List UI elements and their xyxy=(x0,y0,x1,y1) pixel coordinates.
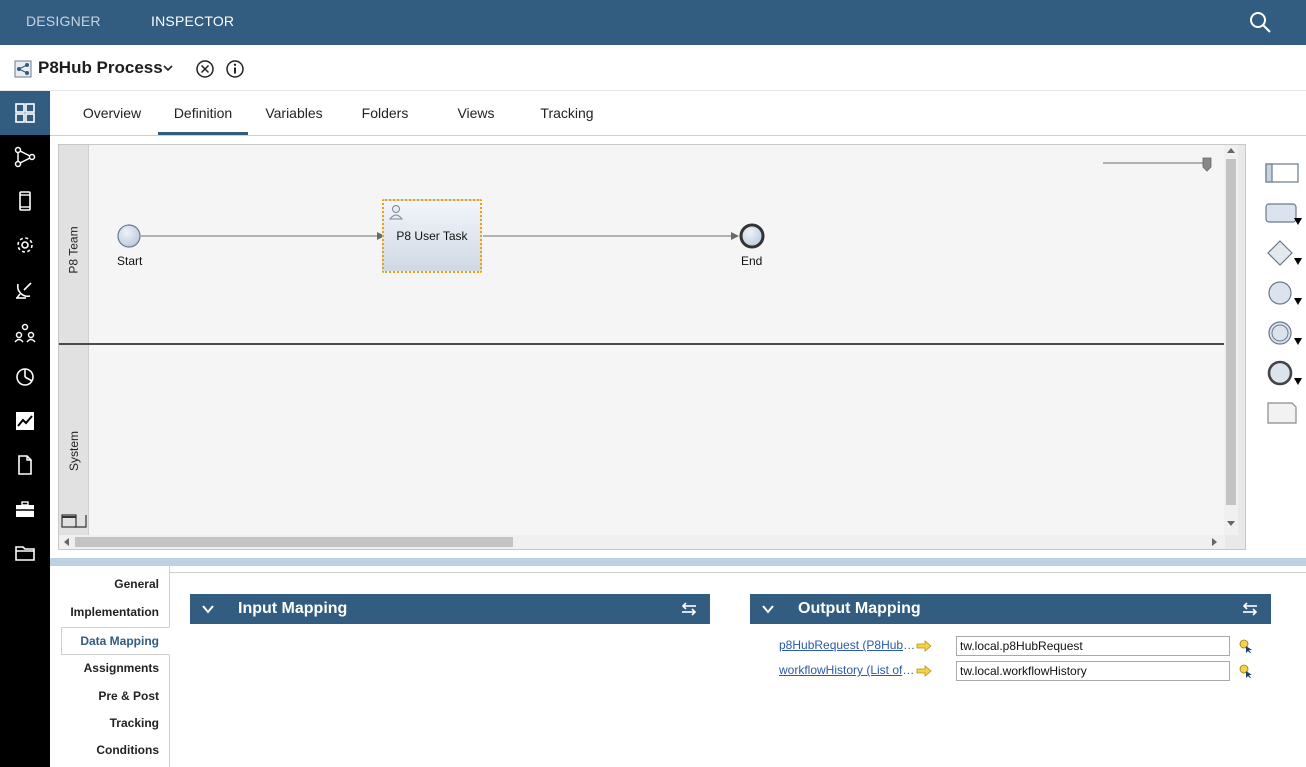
process-icon xyxy=(14,60,32,78)
note-shape-icon[interactable] xyxy=(1264,398,1304,428)
team-icon xyxy=(14,323,36,343)
flow-lines xyxy=(61,223,765,528)
nav-documents[interactable] xyxy=(0,443,50,487)
flow-arrow-head xyxy=(731,232,739,240)
output-mapping-title: Output Mapping xyxy=(798,600,921,617)
tab-folders[interactable]: Folders xyxy=(342,91,428,135)
start-event-icon[interactable] xyxy=(117,224,141,248)
swap-arrows-icon[interactable] xyxy=(1241,601,1259,617)
nav-folders[interactable] xyxy=(0,531,50,575)
nav-services[interactable] xyxy=(0,267,50,311)
diagram-canvas[interactable]: P8 Team System Start End P8 User Task xyxy=(59,145,1225,535)
start-event-label: Start xyxy=(117,254,143,268)
side-tab-conditions[interactable]: Conditions xyxy=(96,743,159,757)
designer-tab[interactable]: DESIGNER xyxy=(26,0,101,45)
scroll-left-icon[interactable] xyxy=(63,538,69,546)
inspector-tab[interactable]: INSPECTOR xyxy=(151,0,234,45)
activity-shape-icon[interactable] xyxy=(1264,198,1304,228)
side-tab-pre-post[interactable]: Pre & Post xyxy=(98,689,159,703)
page-title: P8Hub Process xyxy=(38,58,163,77)
info-icon[interactable] xyxy=(225,59,245,79)
swap-arrows-icon[interactable] xyxy=(680,601,698,617)
tab-views[interactable]: Views xyxy=(434,91,518,135)
mapping-arrow-icon xyxy=(916,640,932,652)
output-mapping-field[interactable] xyxy=(956,661,1230,681)
process-diagram: P8 Team System Start End P8 User Task xyxy=(58,144,1246,550)
close-circle-icon[interactable] xyxy=(195,59,215,79)
intermediate-event-shape-icon[interactable] xyxy=(1264,318,1304,348)
panel-splitter[interactable] xyxy=(50,558,1306,566)
trend-chart-icon xyxy=(16,412,34,430)
nav-reports[interactable] xyxy=(0,399,50,443)
gateway-shape-icon[interactable] xyxy=(1264,238,1304,268)
dashboard-icon xyxy=(15,103,35,123)
data-mapping-panel: Input Mapping Output Mapping p8HubReques… xyxy=(170,572,1306,767)
output-variable-link[interactable]: workflowHistory (List of WorkflowHistory… xyxy=(779,663,917,677)
nav-analytics[interactable] xyxy=(0,355,50,399)
folder-icon xyxy=(15,546,35,561)
variable-picker-icon[interactable] xyxy=(1238,638,1254,654)
input-mapping-header: Input Mapping xyxy=(190,594,710,624)
nav-settings[interactable] xyxy=(0,223,50,267)
nav-dashboard[interactable] xyxy=(0,91,50,135)
end-event-icon[interactable] xyxy=(739,223,765,249)
end-event-shape-icon[interactable] xyxy=(1264,358,1304,388)
zoom-slider[interactable] xyxy=(1103,157,1215,177)
nav-teams[interactable] xyxy=(0,311,50,355)
chevron-down-icon[interactable] xyxy=(762,604,774,614)
nav-processes[interactable] xyxy=(0,135,50,179)
output-variable-link[interactable]: p8HubRequest (P8HubRequest) xyxy=(779,638,917,652)
toolbox-icon xyxy=(16,501,34,517)
properties-side-tabs: General Implementation Data Mapping Assi… xyxy=(50,566,170,767)
nav-toolkits[interactable] xyxy=(0,487,50,531)
left-navigation xyxy=(0,91,50,767)
chevron-down-icon[interactable] xyxy=(162,63,174,73)
editor-tabs: Overview Definition Variables Folders Vi… xyxy=(50,91,1306,136)
output-mapping-field[interactable] xyxy=(956,636,1230,656)
user-icon xyxy=(389,205,403,220)
user-task[interactable]: P8 User Task xyxy=(382,199,482,273)
side-tab-tracking[interactable]: Tracking xyxy=(110,716,159,730)
scroll-down-icon[interactable] xyxy=(1227,521,1235,527)
side-tab-general[interactable]: General xyxy=(114,577,159,591)
chevron-down-icon[interactable] xyxy=(202,604,214,614)
mapping-arrow-icon xyxy=(916,665,932,677)
horizontal-scrollbar[interactable] xyxy=(59,535,1225,549)
vertical-scroll-thumb[interactable] xyxy=(1226,159,1236,505)
vertical-scrollbar[interactable] xyxy=(1224,145,1238,535)
lane-shape-icon[interactable] xyxy=(1264,158,1304,188)
gear-icon xyxy=(17,237,33,253)
start-event-shape-icon[interactable] xyxy=(1264,278,1304,308)
tab-tracking[interactable]: Tracking xyxy=(524,91,610,135)
side-tab-assignments[interactable]: Assignments xyxy=(84,661,159,675)
top-bar: DESIGNER INSPECTOR xyxy=(0,0,1306,45)
variable-picker-icon[interactable] xyxy=(1238,663,1254,679)
app-root: DESIGNER INSPECTOR P8Hub Process Overvie… xyxy=(0,0,1306,767)
input-mapping-title: Input Mapping xyxy=(238,600,348,617)
scroll-up-icon[interactable] xyxy=(1227,147,1235,153)
user-task-label: P8 User Task xyxy=(396,229,468,243)
nav-mobile[interactable] xyxy=(0,179,50,223)
process-title-bar: P8Hub Process xyxy=(0,45,1306,91)
output-mapping-header: Output Mapping xyxy=(750,594,1271,624)
scroll-right-icon[interactable] xyxy=(1212,538,1218,546)
shape-palette xyxy=(1256,150,1306,450)
mobile-icon xyxy=(19,191,31,211)
zoom-slider-handle xyxy=(1202,157,1212,172)
tab-definition[interactable]: Definition xyxy=(158,91,248,135)
document-icon xyxy=(18,455,32,475)
horizontal-scroll-thumb[interactable] xyxy=(75,537,513,547)
side-tab-data-mapping[interactable]: Data Mapping xyxy=(61,627,170,655)
search-icon[interactable] xyxy=(1248,10,1272,34)
tab-overview[interactable]: Overview xyxy=(70,91,154,135)
pie-chart-icon xyxy=(16,368,34,386)
satellite-dish-icon xyxy=(16,282,32,299)
end-event-label: End xyxy=(741,254,763,268)
process-flow-icon xyxy=(14,146,36,168)
tab-variables[interactable]: Variables xyxy=(250,91,338,135)
side-tab-implementation[interactable]: Implementation xyxy=(70,605,159,619)
